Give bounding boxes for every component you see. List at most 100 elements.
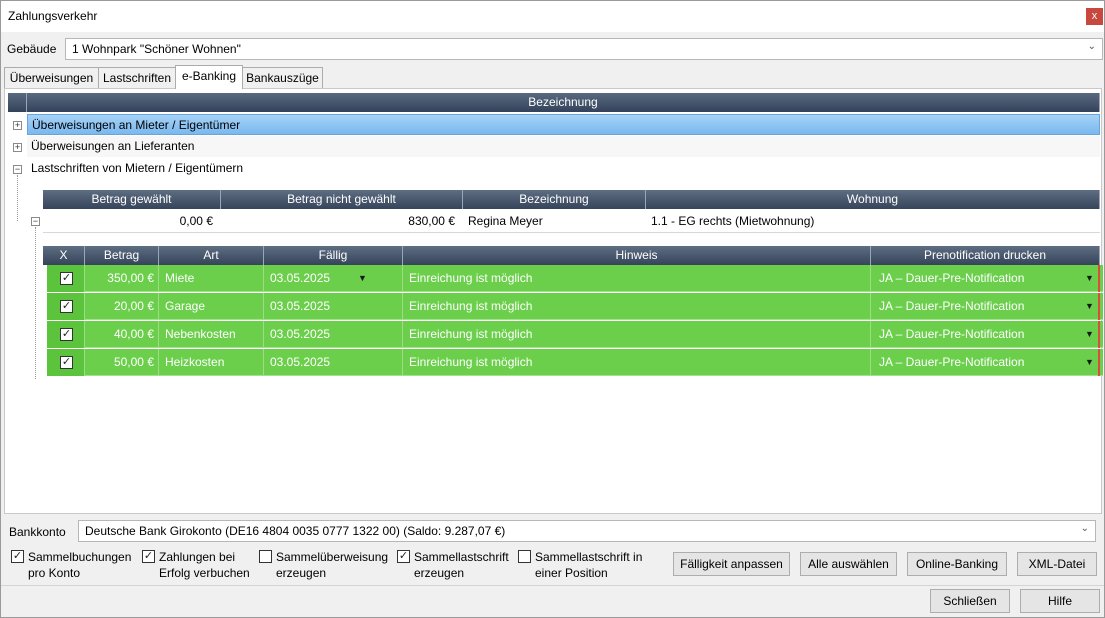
- detail-amount: 350,00 €: [85, 265, 159, 292]
- detail-due: 03.05.2025: [270, 355, 331, 369]
- bank-account-label: Bankkonto: [9, 525, 66, 539]
- detail-prenotification: JA – Dauer-Pre-Notification: [879, 271, 1025, 285]
- tab-bankauszuege[interactable]: Bankauszüge: [242, 67, 323, 88]
- dropdown-arrow-icon[interactable]: ▼: [358, 265, 367, 292]
- subheader-wohnung[interactable]: Wohnung: [646, 190, 1100, 209]
- close-window-button[interactable]: x: [1086, 8, 1103, 25]
- option-sammellastschrift[interactable]: ✓ Sammellastschrift erzeugen: [397, 549, 515, 581]
- detail-note: Einreichung ist möglich: [403, 349, 871, 376]
- building-label: Gebäude: [7, 42, 57, 56]
- detail-due-select[interactable]: 03.05.2025: [264, 349, 403, 376]
- detail-note: Einreichung ist möglich: [403, 265, 871, 292]
- bank-account-select[interactable]: Deutsche Bank Girokonto (DE16 4804 0035 …: [78, 520, 1096, 542]
- grid-header-bezeichnung[interactable]: Bezeichnung: [27, 93, 1100, 112]
- subheader-betrag-gewaehlt[interactable]: Betrag gewählt: [43, 190, 221, 209]
- help-button[interactable]: Hilfe: [1020, 589, 1100, 613]
- detail-header-hinweis[interactable]: Hinweis: [403, 246, 871, 265]
- row-checkbox[interactable]: ✓: [60, 272, 73, 285]
- detail-due-select[interactable]: 03.05.2025: [264, 321, 403, 348]
- tenant-amount-selected: 0,00 €: [179, 214, 213, 228]
- detail-row[interactable]: ✓ 20,00 € Garage 03.05.2025 Einreichung …: [47, 293, 1103, 320]
- checkbox-sammelueberweisung[interactable]: [259, 550, 272, 563]
- detail-header-prenotification[interactable]: Prenotification drucken: [871, 246, 1100, 265]
- tab-lastschriften[interactable]: Lastschriften: [98, 67, 176, 88]
- building-select[interactable]: 1 Wohnpark "Schöner Wohnen" ⌄: [65, 38, 1103, 60]
- detail-check-cell[interactable]: ✓: [47, 349, 85, 376]
- detail-amount: 50,00 €: [85, 349, 159, 376]
- tenant-amount-not-selected: 830,00 €: [408, 214, 455, 228]
- group-label: Überweisungen an Mieter / Eigentümer: [32, 118, 241, 132]
- option-label: Sammelüberweisung erzeugen: [276, 550, 389, 580]
- option-sammelueberweisung[interactable]: Sammelüberweisung erzeugen: [259, 549, 391, 581]
- detail-header-betrag[interactable]: Betrag: [85, 246, 159, 265]
- building-select-value: 1 Wohnpark "Schöner Wohnen": [72, 42, 241, 56]
- detail-header-x[interactable]: X: [43, 246, 85, 265]
- detail-due-select[interactable]: 03.05.2025: [264, 293, 403, 320]
- close-button[interactable]: Schließen: [930, 589, 1010, 613]
- detail-check-cell[interactable]: ✓: [47, 265, 85, 292]
- detail-type: Miete: [159, 265, 264, 292]
- detail-amount: 40,00 €: [85, 321, 159, 348]
- row-divider: [43, 232, 1100, 233]
- detail-due: 03.05.2025: [270, 271, 331, 285]
- checkbox-sammellastschrift[interactable]: ✓: [397, 550, 410, 563]
- detail-prenotification-select[interactable]: JA – Dauer-Pre-Notification ▼: [871, 293, 1100, 320]
- tree-line: [17, 175, 18, 221]
- row-checkbox[interactable]: ✓: [60, 300, 73, 313]
- subheader-bezeichnung[interactable]: Bezeichnung: [463, 190, 646, 209]
- row-checkbox[interactable]: ✓: [60, 328, 73, 341]
- detail-row[interactable]: ✓ 350,00 € Miete 03.05.2025 ▼ Einreichun…: [47, 265, 1103, 292]
- group-row-lieferanten[interactable]: Überweisungen an Lieferanten: [27, 136, 1100, 157]
- option-zahlungen-verbuchen[interactable]: ✓ Zahlungen bei Erfolg verbuchen: [142, 549, 254, 581]
- checkbox-zahlungen-verbuchen[interactable]: ✓: [142, 550, 155, 563]
- dropdown-arrow-icon[interactable]: ▼: [1085, 293, 1094, 320]
- detail-due: 03.05.2025: [270, 299, 331, 313]
- detail-prenotification: JA – Dauer-Pre-Notification: [879, 299, 1025, 313]
- option-label: Sammellastschrift erzeugen: [414, 550, 509, 580]
- detail-prenotification-select[interactable]: JA – Dauer-Pre-Notification ▼: [871, 265, 1100, 292]
- zahlungsverkehr-window: Zahlungsverkehr x Gebäude 1 Wohnpark "Sc…: [0, 0, 1105, 618]
- window-title: Zahlungsverkehr: [8, 9, 98, 23]
- detail-note: Einreichung ist möglich: [403, 321, 871, 348]
- detail-row[interactable]: ✓ 40,00 € Nebenkosten 03.05.2025 Einreic…: [47, 321, 1103, 348]
- footer-divider: [1, 585, 1104, 586]
- adjust-due-date-button[interactable]: Fälligkeit anpassen: [673, 552, 790, 576]
- tenant-name: Regina Meyer: [468, 214, 543, 228]
- select-all-button[interactable]: Alle auswählen: [800, 552, 897, 576]
- group-label: Lastschriften von Mietern / Eigentümern: [31, 161, 244, 175]
- dropdown-arrow-icon[interactable]: ▼: [1085, 321, 1094, 348]
- option-sammellastschrift-position[interactable]: Sammellastschrift in einer Position: [518, 549, 648, 581]
- tree-line: [35, 227, 36, 379]
- option-sammelbuchungen[interactable]: ✓ Sammelbuchungen pro Konto: [11, 549, 136, 581]
- collapse-icon[interactable]: −: [13, 165, 22, 174]
- dropdown-arrow-icon[interactable]: ▼: [1085, 265, 1094, 292]
- detail-prenotification: JA – Dauer-Pre-Notification: [879, 355, 1025, 369]
- group-row-lastschriften[interactable]: Lastschriften von Mietern / Eigentümern: [27, 158, 1100, 179]
- expand-icon[interactable]: +: [13, 121, 22, 130]
- detail-header-art[interactable]: Art: [159, 246, 264, 265]
- tab-ueberweisungen[interactable]: Überweisungen: [4, 67, 99, 88]
- tenant-apartment: 1.1 - EG rechts (Mietwohnung): [651, 214, 815, 228]
- row-checkbox[interactable]: ✓: [60, 356, 73, 369]
- detail-row[interactable]: ✓ 50,00 € Heizkosten 03.05.2025 Einreich…: [47, 349, 1103, 376]
- collapse-icon[interactable]: −: [31, 217, 40, 226]
- tab-e-banking[interactable]: e-Banking: [175, 65, 243, 89]
- dropdown-arrow-icon[interactable]: ▼: [1085, 349, 1094, 376]
- detail-prenotification: JA – Dauer-Pre-Notification: [879, 327, 1025, 341]
- title-bar: Zahlungsverkehr x: [1, 1, 1104, 32]
- expand-icon[interactable]: +: [13, 143, 22, 152]
- detail-check-cell[interactable]: ✓: [47, 293, 85, 320]
- bank-account-value: Deutsche Bank Girokonto (DE16 4804 0035 …: [85, 524, 506, 538]
- checkbox-sammellastschrift-position[interactable]: [518, 550, 531, 563]
- subheader-betrag-nicht-gewaehlt[interactable]: Betrag nicht gewählt: [221, 190, 463, 209]
- group-row-mieter-ueberweisungen[interactable]: Überweisungen an Mieter / Eigentümer: [27, 114, 1100, 135]
- grid-header-spacer: [8, 93, 27, 112]
- detail-check-cell[interactable]: ✓: [47, 321, 85, 348]
- detail-prenotification-select[interactable]: JA – Dauer-Pre-Notification ▼: [871, 321, 1100, 348]
- detail-prenotification-select[interactable]: JA – Dauer-Pre-Notification ▼: [871, 349, 1100, 376]
- detail-header-faellig[interactable]: Fällig: [264, 246, 403, 265]
- xml-file-button[interactable]: XML-Datei: [1017, 552, 1097, 576]
- detail-due-select[interactable]: 03.05.2025 ▼: [264, 265, 403, 292]
- checkbox-sammelbuchungen[interactable]: ✓: [11, 550, 24, 563]
- online-banking-button[interactable]: Online-Banking: [907, 552, 1007, 576]
